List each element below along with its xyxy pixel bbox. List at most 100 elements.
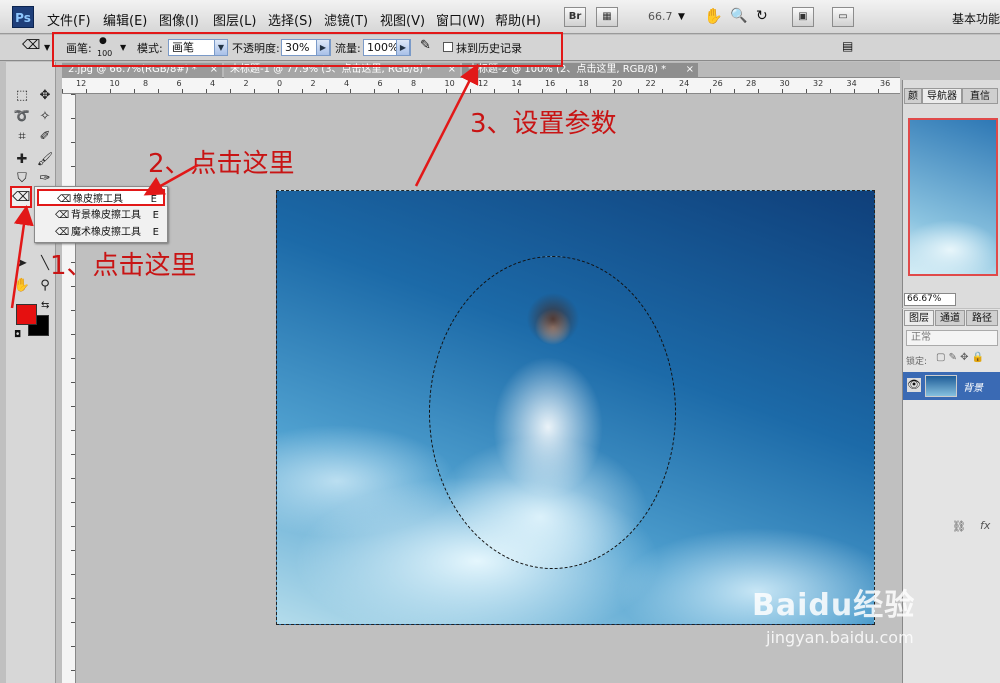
layer-style-icon[interactable]: fx xyxy=(980,519,990,532)
magic-wand-icon[interactable]: ✧ xyxy=(35,107,55,127)
link-layers-icon[interactable]: ⛓ xyxy=(952,520,966,533)
ruler-tick-label: 24 xyxy=(679,79,690,88)
ruler-tick-label: 32 xyxy=(813,79,824,88)
menu-view[interactable]: 视图(V) xyxy=(380,10,425,29)
layer-name[interactable]: 背景 xyxy=(963,379,983,394)
tab-layers[interactable]: 图层 xyxy=(904,310,934,326)
navigator-zoom-input[interactable]: 66.67% xyxy=(904,293,956,306)
ruler-tick-label: 4 xyxy=(344,79,350,88)
ruler-tick-label: 0 xyxy=(277,79,283,88)
ruler-tick-label: 10 xyxy=(109,79,120,88)
hand-tool-icon[interactable]: ✋ xyxy=(12,276,32,296)
lasso-tool-icon[interactable]: ➰ xyxy=(12,107,32,127)
screen-mode-button[interactable]: ▭ xyxy=(832,7,854,27)
ruler-tick-label: 4 xyxy=(210,79,216,88)
ruler-tick-label: 8 xyxy=(143,79,149,88)
ruler-tick-label: 28 xyxy=(746,79,757,88)
brush-panel-icon[interactable]: ▤ xyxy=(842,39,853,53)
ruler-tick-label: 12 xyxy=(76,79,87,88)
photoshop-logo: Ps xyxy=(12,6,34,28)
flyout-item-magic-eraser[interactable]: ⌫ 魔术橡皮擦工具 E xyxy=(37,224,165,241)
menu-window[interactable]: 窗口(W) xyxy=(436,10,485,29)
brush-tool-icon[interactable]: 🖌 xyxy=(35,150,55,170)
lock-label: 锁定: xyxy=(906,357,928,367)
flyout-item-background-eraser[interactable]: ⌫ 背景橡皮擦工具 E xyxy=(37,207,165,224)
flyout-item-label: 魔术橡皮擦工具 xyxy=(71,227,141,238)
rotate-view-icon[interactable]: ↻ xyxy=(756,8,768,24)
ruler-labels: 12 10 8 6 4 2 0 2 4 6 8 10 12 14 16 18 20 22 24 26 28 30 32 34 3… xyxy=(76,79,900,91)
tab-color[interactable]: 颜 xyxy=(904,88,922,104)
ruler-tick-label: 2 xyxy=(310,79,316,88)
background-eraser-icon: ⌫ xyxy=(55,210,70,221)
lock-icons[interactable]: ▢ ✎ ✥ 🔒 xyxy=(936,352,984,363)
bridge-button[interactable]: Br xyxy=(564,7,586,27)
crop-tool-icon[interactable]: ⌗ xyxy=(12,127,32,147)
ruler-tick-label: 18 xyxy=(578,79,589,88)
watermark-url: jingyan.baidu.com xyxy=(766,628,914,647)
layer-row-background[interactable]: 👁 背景 xyxy=(903,372,1000,400)
tab-navigator[interactable]: 导航器 xyxy=(922,88,962,104)
visibility-eye-icon[interactable]: 👁 xyxy=(907,378,921,392)
ruler-tick-label: 14 xyxy=(511,79,522,88)
healing-brush-icon[interactable]: ✚ xyxy=(12,150,32,170)
eraser-icon: ⌫ xyxy=(57,194,72,205)
chevron-down-icon[interactable]: ▼ xyxy=(678,12,685,22)
menu-layer[interactable]: 图层(L) xyxy=(213,10,256,29)
tab-channels[interactable]: 通道 xyxy=(935,310,965,326)
baidu-watermark: Baidu经验 jingyan.baidu.com xyxy=(752,580,915,647)
ruler-tick-label: 16 xyxy=(545,79,556,88)
blend-mode-select[interactable]: 正常 xyxy=(906,330,998,346)
close-icon[interactable]: × xyxy=(686,63,694,77)
eraser-preset-icon[interactable]: ⌫ xyxy=(22,38,40,53)
ruler-tick-label: 30 xyxy=(779,79,790,88)
menu-filter[interactable]: 滤镜(T) xyxy=(324,10,368,29)
ruler-tick-label: 6 xyxy=(377,79,383,88)
flyout-item-label: 橡皮擦工具 xyxy=(73,194,123,205)
chevron-down-icon[interactable]: ▼ xyxy=(44,43,50,52)
annotation-step3: 3、设置参数 xyxy=(470,109,617,139)
move-tool-icon[interactable]: ✥ xyxy=(35,86,55,106)
zoom-tool-icon[interactable]: 🔍 xyxy=(730,8,747,24)
tab-paths[interactable]: 路径 xyxy=(966,310,998,326)
vertical-ruler xyxy=(62,94,76,683)
ruler-tick-label: 10 xyxy=(444,79,455,88)
shortcut-key: E xyxy=(152,227,159,238)
magic-eraser-icon: ⌫ xyxy=(55,227,70,238)
options-highlight-box xyxy=(52,32,563,67)
ruler-tick-label: 6 xyxy=(176,79,182,88)
elliptical-selection[interactable] xyxy=(429,256,676,569)
menu-edit[interactable]: 编辑(E) xyxy=(103,10,147,29)
eraser-tool-icon[interactable]: ⌫ xyxy=(10,186,32,208)
menu-select[interactable]: 选择(S) xyxy=(268,10,312,29)
shortcut-key: E xyxy=(152,210,159,221)
menu-file[interactable]: 文件(F) xyxy=(47,10,91,29)
menu-image[interactable]: 图像(I) xyxy=(159,10,199,29)
eyedropper-icon[interactable]: ✐ xyxy=(35,127,55,147)
swap-colors-icon[interactable]: ⇆ xyxy=(41,300,49,311)
tab-histogram[interactable]: 直信 xyxy=(962,88,998,104)
menu-help[interactable]: 帮助(H) xyxy=(495,10,541,29)
layer-thumbnail xyxy=(925,375,957,397)
foreground-color-swatch[interactable] xyxy=(16,304,37,325)
default-colors-icon[interactable]: ◘ xyxy=(14,330,21,340)
ruler-tick-label: 36 xyxy=(880,79,891,88)
hand-tool-icon[interactable]: ✋ xyxy=(704,7,723,25)
marquee-tool-icon[interactable]: ⬚ xyxy=(12,86,32,106)
ruler-tick-label: 20 xyxy=(612,79,623,88)
arrange-documents-button[interactable]: ▣ xyxy=(792,7,814,27)
watermark-brand: Baidu经验 xyxy=(752,588,916,623)
workspace-switcher[interactable]: 基本功能 xyxy=(952,10,1000,27)
flyout-item-eraser[interactable]: ⌫ 橡皮擦工具 E xyxy=(37,189,165,206)
navigator-thumbnail[interactable] xyxy=(908,118,998,276)
path-selection-icon[interactable]: ➤ xyxy=(12,254,32,274)
annotation-step1: 1、点击这里 xyxy=(50,251,197,281)
ruler-tick-label: 8 xyxy=(411,79,417,88)
shortcut-key: E xyxy=(150,194,157,205)
annotation-step2: 2、点击这里 xyxy=(148,149,295,179)
ruler-tick-label: 34 xyxy=(846,79,857,88)
zoom-level[interactable]: 66.7 xyxy=(648,10,673,23)
ruler-tick-label: 12 xyxy=(478,79,489,88)
ruler-tick-label: 2 xyxy=(243,79,249,88)
ruler-tick-label: 26 xyxy=(712,79,723,88)
view-extras-button[interactable]: ▦ xyxy=(596,7,618,27)
